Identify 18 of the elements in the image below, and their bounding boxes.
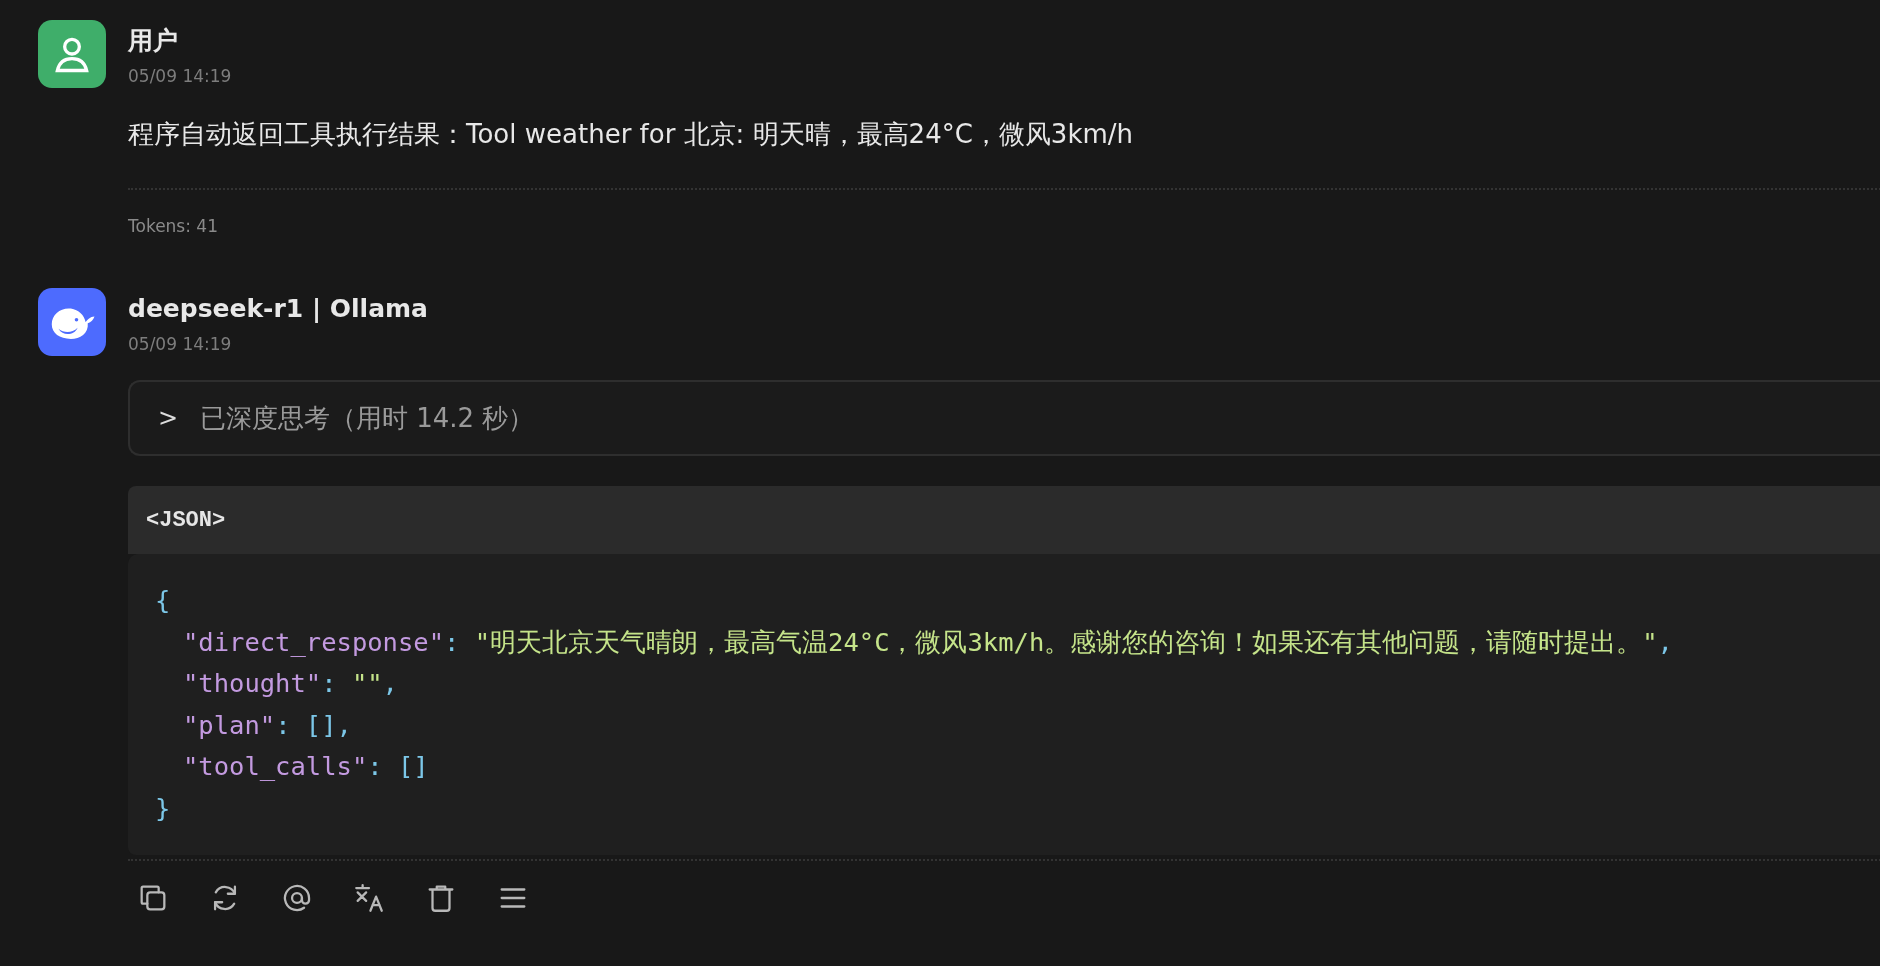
sender-name: deepseek-r1 | Ollama bbox=[128, 294, 428, 325]
timestamp: 05/09 14:19 bbox=[128, 66, 232, 86]
code-line: "plan": [], bbox=[182, 708, 353, 742]
message-text: 程序自动返回工具执行结果：Tool weather for 北京: 明天晴，最高24°C，微风3km/h bbox=[128, 118, 1135, 151]
code-line: "thought": "", bbox=[182, 667, 399, 701]
token-count: Tokens: 41 bbox=[128, 216, 219, 237]
code-language: <JSON> bbox=[146, 507, 226, 533]
code-line: { bbox=[155, 584, 172, 618]
code-line: } bbox=[155, 791, 172, 825]
timestamp: 05/09 14:19 bbox=[128, 334, 233, 355]
code-line: "tool_calls": [] bbox=[182, 750, 430, 784]
chevron-icon: > bbox=[158, 404, 178, 433]
sender-name: 用户 bbox=[128, 26, 179, 56]
thinking-label: 已深度思考（用时 14.2 秒） bbox=[200, 401, 535, 435]
user-avatar bbox=[38, 20, 106, 88]
thinking-panel[interactable]: > 已深度思考（用时 14.2 秒） bbox=[128, 380, 1880, 457]
whale-avatar bbox=[38, 288, 106, 357]
code-line: "direct_response": "明天北京天气晴朗，最高气温24°C，微风3km/h。感谢您的咨询！如果还有其他问题，请随时提出。", bbox=[182, 625, 1674, 659]
